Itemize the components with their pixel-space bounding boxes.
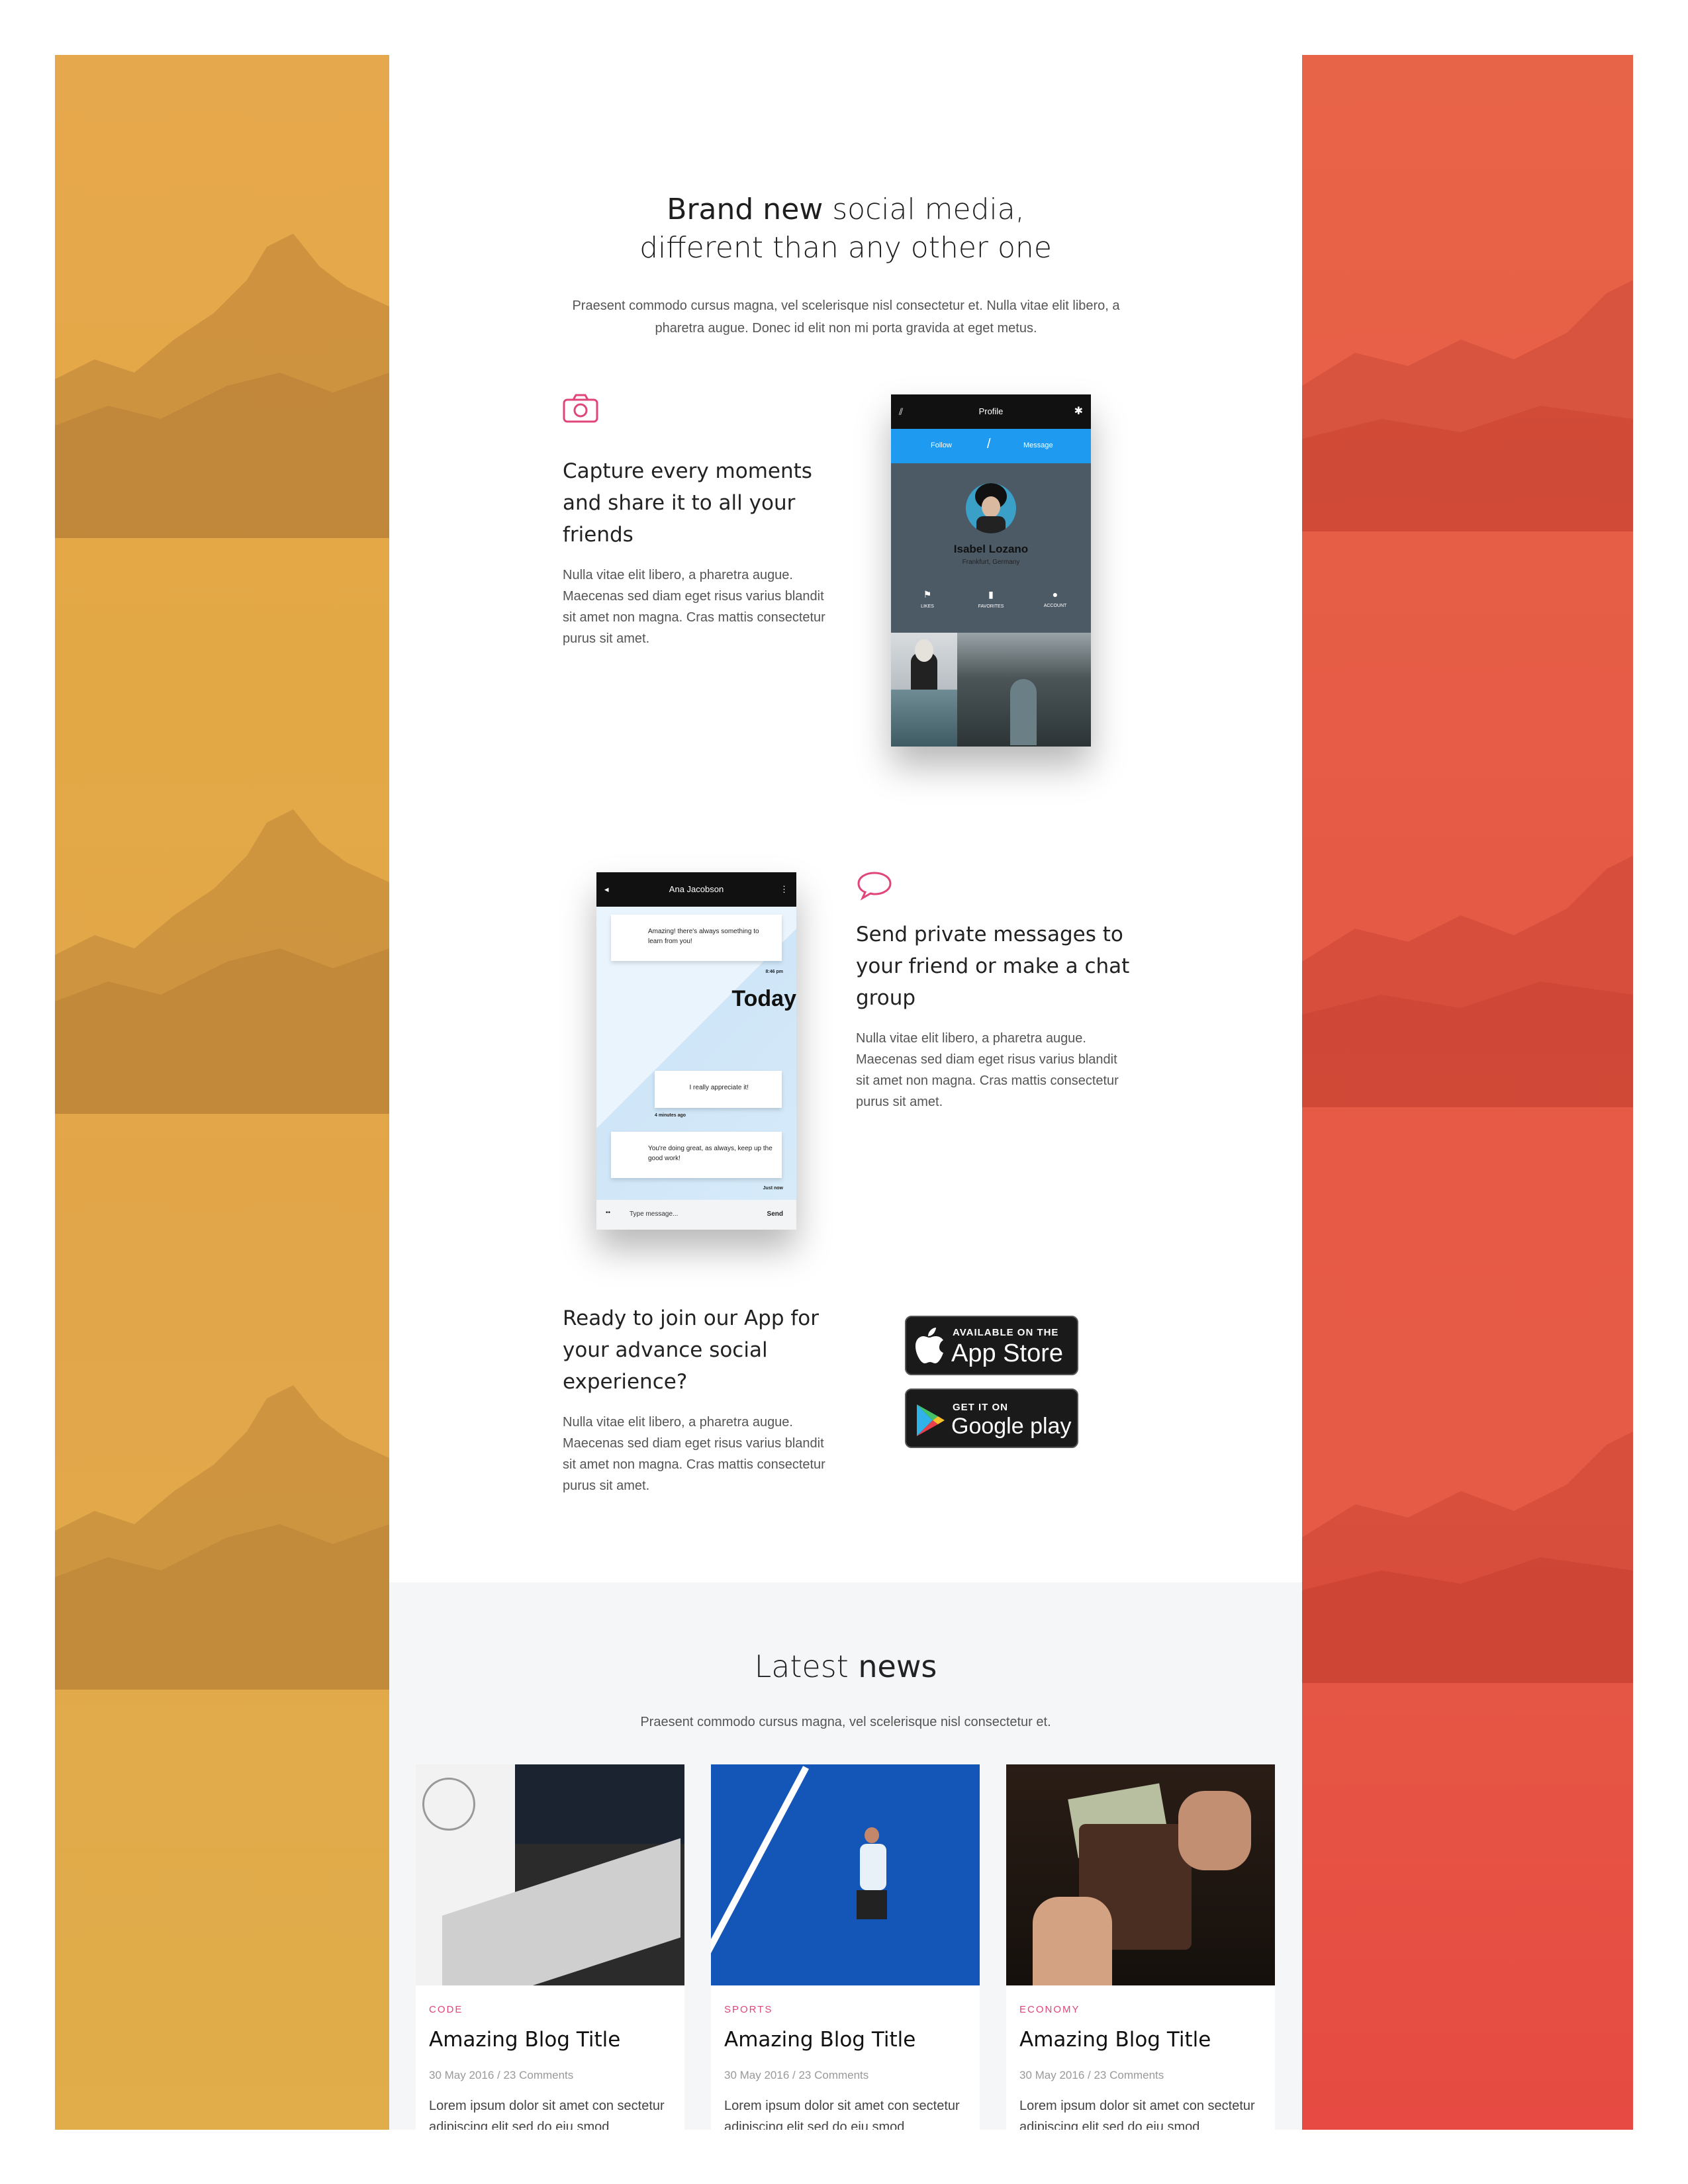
news-title-bold: news <box>858 1649 937 1684</box>
tab-account-label: ACCOUNT <box>1043 604 1067 608</box>
card-meta: 30 May 2016 / 23 Comments <box>724 2069 869 2081</box>
google-play-button[interactable]: GET IT ON Google play <box>905 1388 1078 1448</box>
card-excerpt: Lorem ipsum dolor sit amet con sectetur … <box>429 2099 665 2130</box>
tab-account[interactable]: ● ACCOUNT <box>1038 589 1072 608</box>
menu-icon: ⫽ <box>899 406 904 417</box>
mountain-silhouette <box>1302 856 1633 1107</box>
google-play-label: Google play <box>951 1414 1072 1439</box>
profile-info-panel: Isabel Lozano Frankfurt, Germany ⚑ LIKES… <box>891 463 1091 633</box>
news-subtitle: Praesent commodo cursus magna, vel scele… <box>640 1715 1051 1729</box>
card-title[interactable]: Amazing Blog Title <box>429 2028 620 2052</box>
chat-bubble-icon <box>857 872 892 901</box>
card-meta: 30 May 2016 / 23 Comments <box>1019 2069 1164 2081</box>
news-card-code[interactable]: CODE Amazing Blog Title 30 May 2016 / 23… <box>416 1764 684 2130</box>
bookmark-icon: ▮ <box>988 589 994 600</box>
app-store-button[interactable]: AVAILABLE ON THE App Store <box>905 1316 1078 1375</box>
card-image-laptop <box>416 1764 684 1985</box>
profile-name: Isabel Lozano <box>953 543 1029 555</box>
tab-favorites-label: FAVORITES <box>978 604 1004 609</box>
tab-likes-label: LIKES <box>921 604 934 609</box>
profile-phone-mockup: ⫽ Profile ✱ Follow / Message Isabel Loza… <box>891 394 1091 747</box>
card-image-tennis <box>711 1764 980 1985</box>
feature-messages-body: Nulla vitae elit libero, a pharetra augu… <box>856 1031 1119 1109</box>
google-play-small-label: GET IT ON <box>953 1402 1008 1413</box>
card-image-wallet <box>1006 1764 1275 1985</box>
profile-phone-header: ⫽ Profile ✱ <box>891 394 1091 429</box>
hero-title-line2: different than any other one <box>639 231 1052 265</box>
tab-favorites[interactable]: ▮ FAVORITES <box>974 589 1008 609</box>
feature-capture-title: Capture every moments and share it to al… <box>563 459 812 547</box>
mountain-silhouette <box>1302 280 1633 531</box>
mountain-silhouette <box>55 1385 389 1690</box>
card-category[interactable]: ECONOMY <box>1019 2004 1080 2015</box>
news-card-sports[interactable]: SPORTS Amazing Blog Title 30 May 2016 / … <box>711 1764 980 2130</box>
join-app-title: Ready to join our App for your advance s… <box>563 1306 820 1394</box>
photo-deer <box>891 633 957 690</box>
message-button[interactable]: Message <box>1023 441 1053 449</box>
follow-button[interactable]: Follow <box>931 441 952 449</box>
google-play-icon <box>917 1404 945 1436</box>
card-excerpt: Lorem ipsum dolor sit amet con sectetur … <box>1019 2099 1255 2130</box>
back-arrow-icon[interactable]: ◂ <box>604 872 609 907</box>
chat-bubble-outgoing: I really appreciate it! <box>655 1071 782 1108</box>
card-category[interactable]: CODE <box>429 2004 463 2015</box>
chat-date-separator: Today <box>731 986 796 1011</box>
camera-icon <box>563 394 598 423</box>
profile-header-label: Profile <box>978 406 1004 416</box>
chat-timestamp: Just now <box>763 1186 783 1191</box>
chat-input-bar: •• Type message... Send <box>596 1200 796 1230</box>
profile-location: Frankfurt, Germany <box>962 559 1020 566</box>
app-store-label: App Store <box>951 1340 1063 1367</box>
chat-timestamp: 8:46 pm <box>765 970 783 974</box>
card-excerpt: Lorem ipsum dolor sit amet con sectetur … <box>724 2099 960 2130</box>
action-divider: / <box>987 437 991 451</box>
right-decor-panel <box>1302 55 1633 2130</box>
chat-body: Amazing! there's always something to lea… <box>596 907 796 1200</box>
chat-phone-header: ◂ Ana Jacobson ⋮ <box>596 872 796 907</box>
mountain-silhouette <box>55 234 389 538</box>
more-vertical-icon[interactable]: ⋮ <box>780 872 788 907</box>
profile-action-bar: Follow / Message <box>891 429 1091 463</box>
photo-lake <box>891 690 957 747</box>
emoji-icon[interactable]: •• <box>606 1209 610 1216</box>
avatar <box>966 483 1016 533</box>
card-title[interactable]: Amazing Blog Title <box>1019 2028 1211 2052</box>
main-content: Brand new social media, different than a… <box>389 55 1302 2130</box>
tab-likes[interactable]: ⚑ LIKES <box>911 589 944 609</box>
message-input[interactable]: Type message... <box>630 1210 678 1218</box>
news-title-light: Latest <box>754 1649 859 1684</box>
chat-timestamp: 4 minutes ago <box>655 1113 686 1118</box>
feature-messages-title: Send private messages to your friend or … <box>856 923 1130 1010</box>
news-title: Latest news <box>389 1649 1302 1684</box>
left-decor-panel <box>55 55 389 2130</box>
photo-forest <box>957 633 1091 747</box>
person-icon: ● <box>1052 589 1058 600</box>
flag-icon: ⚑ <box>923 589 932 600</box>
hero-title: Brand new social media, different than a… <box>389 191 1302 267</box>
join-app-body: Nulla vitae elit libero, a pharetra augu… <box>563 1415 825 1493</box>
send-button[interactable]: Send <box>767 1210 783 1218</box>
card-title[interactable]: Amazing Blog Title <box>724 2028 915 2052</box>
chat-bubble-incoming: Amazing! there's always something to lea… <box>611 915 782 961</box>
feature-capture-body: Nulla vitae elit libero, a pharetra augu… <box>563 568 825 646</box>
mountain-silhouette <box>1302 1432 1633 1683</box>
hero-subtitle: Praesent commodo cursus magna, vel scele… <box>572 298 1120 336</box>
hero-title-bold: Brand new <box>667 193 823 226</box>
card-meta: 30 May 2016 / 23 Comments <box>429 2069 574 2081</box>
card-category[interactable]: SPORTS <box>724 2004 773 2015</box>
apple-icon <box>915 1328 943 1363</box>
chat-bubble-incoming: You're doing great, as always, keep up t… <box>611 1132 782 1178</box>
settings-icon: ✱ <box>1074 406 1083 417</box>
chat-contact-name: Ana Jacobson <box>669 884 724 894</box>
news-card-economy[interactable]: ECONOMY Amazing Blog Title 30 May 2016 /… <box>1006 1764 1275 2130</box>
app-store-small-label: AVAILABLE ON THE <box>953 1327 1059 1338</box>
chat-phone-mockup: ◂ Ana Jacobson ⋮ Amazing! there's always… <box>596 872 796 1230</box>
hero-title-rest: social media, <box>823 193 1025 226</box>
mountain-silhouette <box>55 809 389 1114</box>
